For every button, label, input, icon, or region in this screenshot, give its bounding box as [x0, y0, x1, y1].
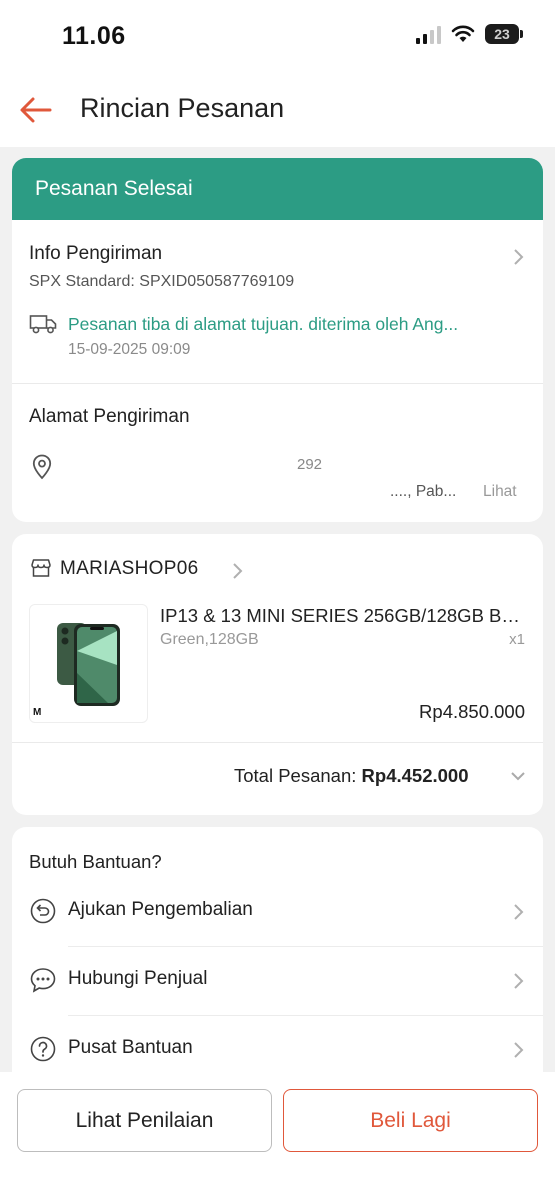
divider: [68, 946, 543, 947]
store-icon: [31, 559, 51, 577]
bottom-action-bar: Lihat Penilaian Beli Lagi: [0, 1072, 555, 1200]
product-quantity: x1: [509, 631, 525, 648]
shop-order-card: MARIASHOP06 M IP13 & 13 MINI SERIES 256G…: [12, 534, 543, 815]
wifi-icon: [451, 25, 475, 42]
return-icon: [30, 898, 56, 924]
chevron-right-icon: [514, 904, 524, 920]
help-title: Butuh Bantuan?: [29, 851, 162, 872]
order-info-card: Pesanan Selesai Info Pengiriman SPX Stan…: [12, 158, 543, 522]
page-title: Rincian Pesanan: [80, 93, 285, 123]
help-item-help-center[interactable]: Pusat Bantuan: [12, 1020, 543, 1080]
buy-again-button[interactable]: Beli Lagi: [283, 1089, 538, 1152]
status-time: 11.06: [62, 22, 126, 50]
shipping-info-title: Info Pengiriman: [29, 243, 163, 264]
order-total-label: Total Pesanan:: [234, 765, 357, 786]
chevron-down-icon[interactable]: [509, 769, 527, 783]
chevron-right-icon: [233, 563, 243, 579]
chevron-right-icon: [514, 973, 524, 989]
shipping-info-section[interactable]: Info Pengiriman SPX Standard: SPXID05058…: [12, 220, 543, 383]
shop-name[interactable]: MARIASHOP06: [60, 558, 198, 580]
product-image: [57, 623, 120, 706]
help-card: Butuh Bantuan? Ajukan Pengembalian Hubun…: [12, 827, 543, 1087]
help-item-return[interactable]: Ajukan Pengembalian: [12, 882, 543, 942]
order-total-row[interactable]: Total Pesanan: Rp4.452.000: [234, 765, 469, 787]
order-status-banner: Pesanan Selesai: [12, 158, 543, 220]
back-arrow-icon[interactable]: [16, 90, 56, 130]
help-item-label: Ajukan Pengembalian: [68, 899, 253, 920]
view-rating-button[interactable]: Lihat Penilaian: [17, 1089, 272, 1152]
tracking-number: SPX Standard: SPXID050587769109: [29, 273, 295, 290]
chat-icon: [30, 968, 56, 993]
help-item-contact-seller[interactable]: Hubungi Penjual: [12, 951, 543, 1011]
address-title: Alamat Pengiriman: [29, 406, 190, 427]
cellular-signal-icon: [416, 24, 441, 44]
delivery-date: 15-09-2025 09:09: [68, 341, 191, 358]
status-bar: 11.06 23: [0, 0, 555, 75]
address-line-2: ...., Pab...: [390, 483, 457, 500]
app-header: Rincian Pesanan: [0, 75, 555, 147]
truck-icon: [29, 315, 57, 334]
location-pin-icon: [32, 454, 52, 480]
divider: [12, 742, 543, 743]
product-price: Rp4.850.000: [419, 701, 525, 722]
question-icon: [30, 1036, 56, 1062]
product-variant: Green,128GB: [160, 631, 259, 648]
help-item-label: Pusat Bantuan: [68, 1037, 193, 1058]
address-line-1: 292: [297, 456, 323, 473]
order-total-value: Rp4.452.000: [361, 765, 469, 786]
view-address-link[interactable]: Lihat: [483, 483, 517, 501]
thumbnail-watermark: M: [33, 707, 42, 718]
help-item-label: Hubungi Penjual: [68, 968, 208, 989]
chevron-right-icon: [514, 249, 524, 265]
chevron-right-icon: [514, 1042, 524, 1058]
status-indicators: 23: [416, 24, 523, 44]
product-name[interactable]: IP13 & 13 MINI SERIES 256GB/128GB BEKAS …: [160, 605, 525, 627]
divider: [68, 1015, 543, 1016]
delivery-status-text: Pesanan tiba di alamat tujuan. diterima …: [68, 314, 459, 334]
battery-icon: 23: [485, 24, 523, 44]
shipping-address-section[interactable]: Alamat Pengiriman 292 ...., Pab... Lihat: [12, 383, 543, 522]
product-thumbnail[interactable]: M: [29, 604, 148, 723]
